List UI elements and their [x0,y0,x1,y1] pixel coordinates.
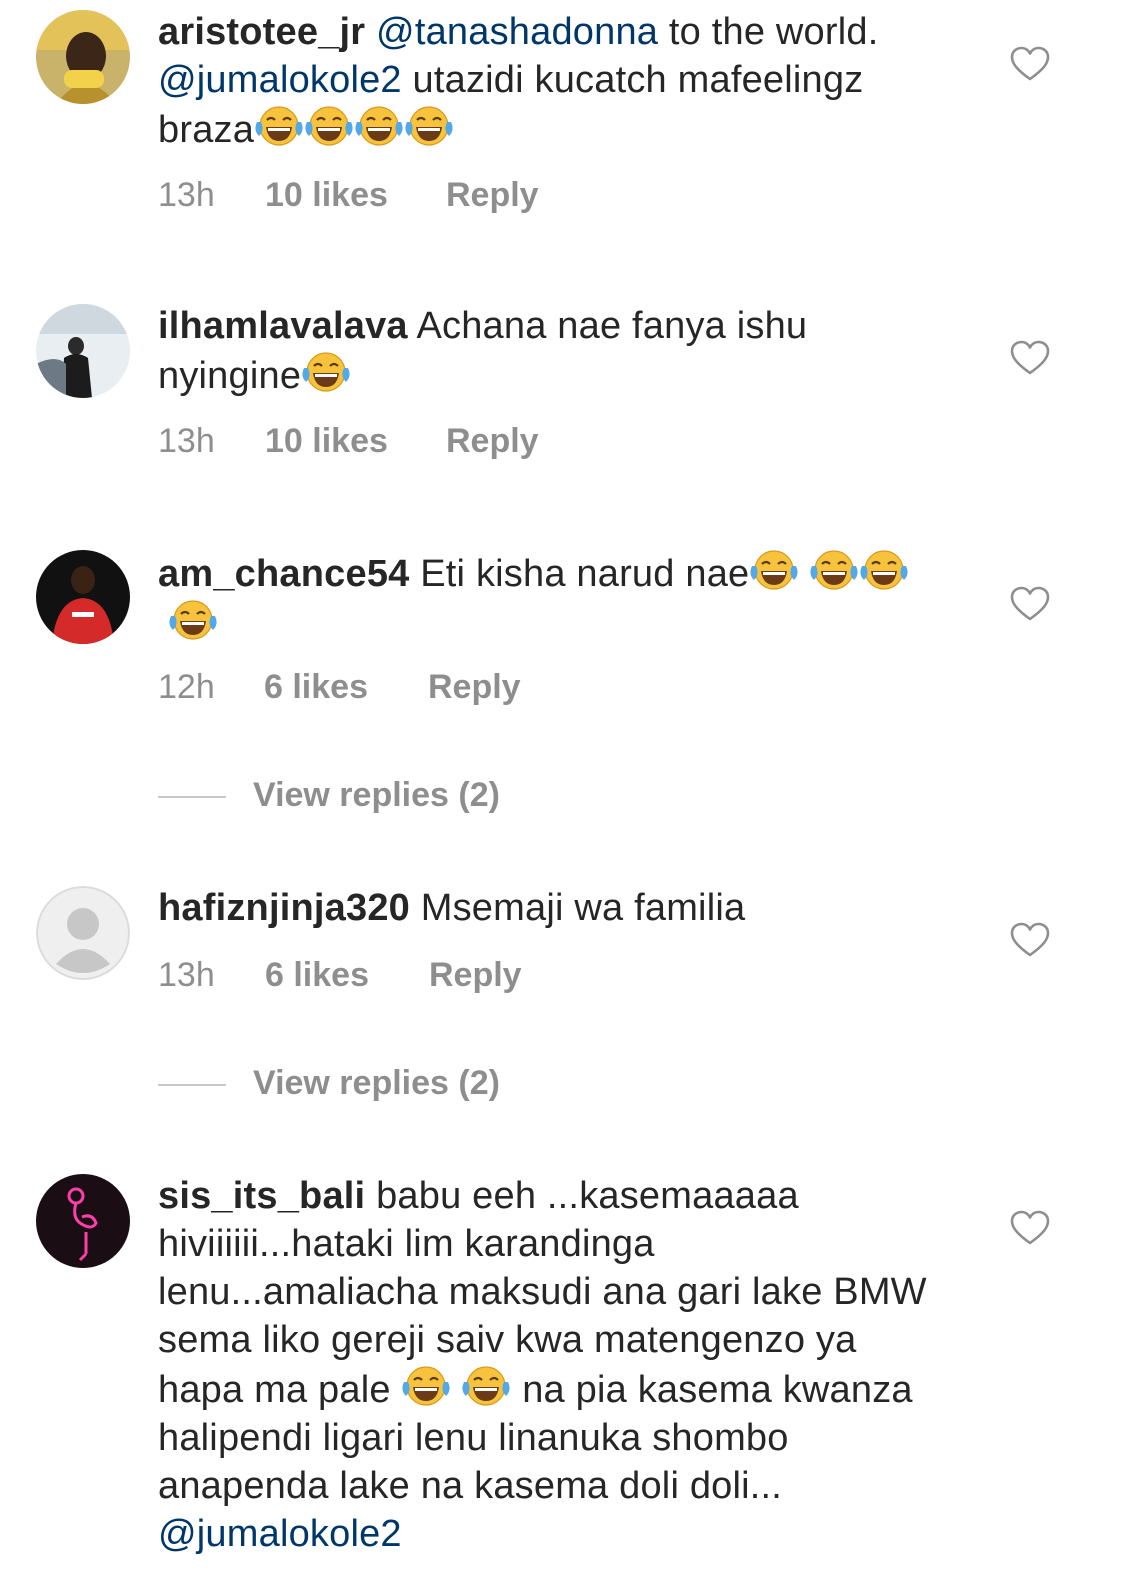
face-with-tears-of-joy-icon [401,1364,451,1408]
face-with-tears-of-joy-icon [168,598,218,642]
face-with-tears-of-joy-icon [404,104,454,148]
divider [158,1084,226,1086]
heart-outline-icon[interactable] [1010,922,1050,958]
mention[interactable]: @jumalokole2 [158,59,402,101]
likes-count[interactable]: 10 likes [265,422,388,461]
username[interactable]: am_chance54 [158,553,409,595]
face-with-tears-of-joy-icon [809,548,859,592]
username[interactable]: aristotee_jr [158,11,365,53]
comment-body: Msemaji wa familia [410,887,746,929]
comment-text: am_chance54 Eti kisha narud nae [158,548,928,648]
view-replies-label: View replies (2) [253,776,500,814]
avatar[interactable] [36,550,130,644]
username[interactable]: ilhamlavalava [158,305,408,347]
mention[interactable]: @jumalokole2 [158,1513,402,1555]
likes-count[interactable]: 6 likes [265,956,369,995]
comment-body: to the world. [658,11,879,53]
comment-text: hafiznjinja320 Msemaji wa familia [158,884,928,932]
reply-button[interactable]: Reply [429,956,522,995]
reply-button[interactable]: Reply [446,422,539,461]
view-replies-label: View replies (2) [253,1064,500,1102]
username[interactable]: sis_its_bali [158,1175,365,1217]
reply-button[interactable]: Reply [428,668,521,707]
face-with-tears-of-joy-icon [301,350,351,394]
comment-text: ilhamlavalava Achana nae fanya ishu nyin… [158,302,928,400]
comment-text: aristotee_jr @tanashadonna to the world.… [158,8,928,154]
timestamp: 12h [158,668,215,706]
timestamp: 13h [158,176,215,214]
mention[interactable]: @tanashadonna [376,11,658,53]
likes-count[interactable]: 6 likes [264,668,368,707]
username[interactable]: hafiznjinja320 [158,887,410,929]
heart-outline-icon[interactable] [1010,46,1050,82]
avatar[interactable] [36,10,130,104]
divider [158,796,226,798]
heart-outline-icon[interactable] [1010,586,1050,622]
reply-button[interactable]: Reply [446,176,539,215]
likes-count[interactable]: 10 likes [265,176,388,215]
face-with-tears-of-joy-icon [749,548,799,592]
heart-outline-icon[interactable] [1010,340,1050,376]
avatar[interactable] [36,1174,130,1268]
avatar[interactable] [36,304,130,398]
face-with-tears-of-joy-icon [304,104,354,148]
face-with-tears-of-joy-icon [859,548,909,592]
face-with-tears-of-joy-icon [461,1364,511,1408]
timestamp: 13h [158,422,215,460]
timestamp: 13h [158,956,215,994]
comment-body: Eti kisha narud nae [409,553,750,595]
face-with-tears-of-joy-icon [354,104,404,148]
heart-outline-icon[interactable] [1010,1210,1050,1246]
default-avatar-icon[interactable] [36,886,130,980]
face-with-tears-of-joy-icon [254,104,304,148]
comment-text: sis_its_bali babu eeh ...kasemaaaaa hivi… [158,1172,928,1558]
